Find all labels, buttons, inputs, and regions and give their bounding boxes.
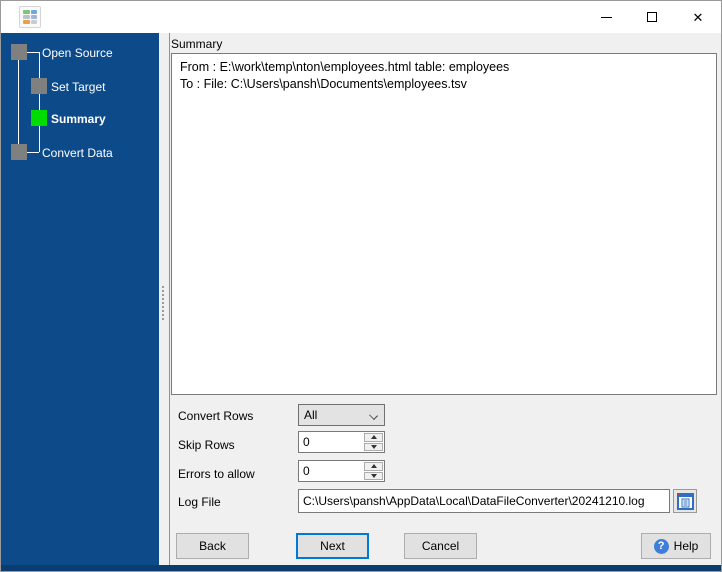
arrow-down-icon xyxy=(370,444,377,449)
app-icon xyxy=(19,6,41,28)
summary-to-line: To : File: C:\Users\pansh\Documents\empl… xyxy=(180,77,467,91)
summary-textbox[interactable]: From : E:\work\temp\nton\employees.html … xyxy=(171,53,717,395)
tree-line-vertical-inner xyxy=(39,52,40,152)
maximize-icon xyxy=(647,12,657,22)
tree-line-horizontal-bottom xyxy=(27,152,39,153)
arrow-down-icon xyxy=(370,473,377,478)
help-icon: ? xyxy=(653,538,669,554)
sidebar-item-convert-data[interactable]: Convert Data xyxy=(42,146,113,160)
errors-down-button[interactable] xyxy=(364,471,383,480)
help-button-label: Help xyxy=(673,539,699,553)
title-bar[interactable]: ✕ xyxy=(1,1,721,33)
step-box-convert-data[interactable] xyxy=(11,144,27,160)
sidebar-item-summary[interactable]: Summary xyxy=(51,112,106,126)
errors-to-allow-input[interactable] xyxy=(299,461,361,481)
errors-to-allow-spinner xyxy=(298,460,385,482)
close-icon: ✕ xyxy=(692,9,704,25)
skip-rows-input[interactable] xyxy=(299,432,361,452)
wizard-sidebar: Open Source Set Target Summary Convert D… xyxy=(1,33,159,567)
skip-rows-label: Skip Rows xyxy=(178,438,235,452)
back-button[interactable]: Back xyxy=(176,533,249,559)
sidebar-item-set-target[interactable]: Set Target xyxy=(51,80,105,94)
help-button[interactable]: ? Help xyxy=(641,533,711,559)
summary-from-line: From : E:\work\temp\nton\employees.html … xyxy=(180,60,510,74)
skip-rows-up-button[interactable] xyxy=(364,433,383,442)
window-controls: ✕ xyxy=(583,1,721,33)
maximize-button[interactable] xyxy=(629,1,675,33)
tree-line-vertical-outer xyxy=(18,60,19,144)
summary-section-label: Summary xyxy=(171,37,223,51)
chevron-down-icon xyxy=(369,411,378,420)
tree-line-horizontal-top xyxy=(27,52,39,53)
close-button[interactable]: ✕ xyxy=(675,1,721,33)
step-box-open-source[interactable] xyxy=(11,44,27,60)
main-panel: Summary From : E:\work\temp\nton\employe… xyxy=(170,33,720,567)
document-browse-icon xyxy=(676,492,694,510)
skip-rows-spinner xyxy=(298,431,385,453)
minimize-icon xyxy=(600,16,612,18)
convert-rows-label: Convert Rows xyxy=(178,409,254,423)
convert-rows-value: All xyxy=(304,408,318,422)
log-file-browse-button[interactable] xyxy=(673,489,697,513)
log-file-label: Log File xyxy=(178,495,221,509)
bottom-strip xyxy=(1,565,721,571)
errors-up-button[interactable] xyxy=(364,462,383,471)
cancel-button[interactable]: Cancel xyxy=(404,533,477,559)
arrow-up-icon xyxy=(370,435,377,440)
step-box-set-target[interactable] xyxy=(31,78,47,94)
step-box-summary[interactable] xyxy=(31,110,47,126)
splitter-handle[interactable] xyxy=(159,33,169,567)
arrow-up-icon xyxy=(370,464,377,469)
splitter-grip-icon xyxy=(162,286,164,320)
log-file-input[interactable] xyxy=(298,489,670,513)
next-button[interactable]: Next xyxy=(296,533,369,559)
errors-to-allow-label: Errors to allow xyxy=(178,467,255,481)
app-window: ✕ Open Source Set Target Summary Convert… xyxy=(0,0,722,572)
minimize-button[interactable] xyxy=(583,1,629,33)
skip-rows-down-button[interactable] xyxy=(364,442,383,451)
sidebar-item-open-source[interactable]: Open Source xyxy=(42,46,113,60)
convert-rows-select[interactable]: All xyxy=(298,404,385,426)
